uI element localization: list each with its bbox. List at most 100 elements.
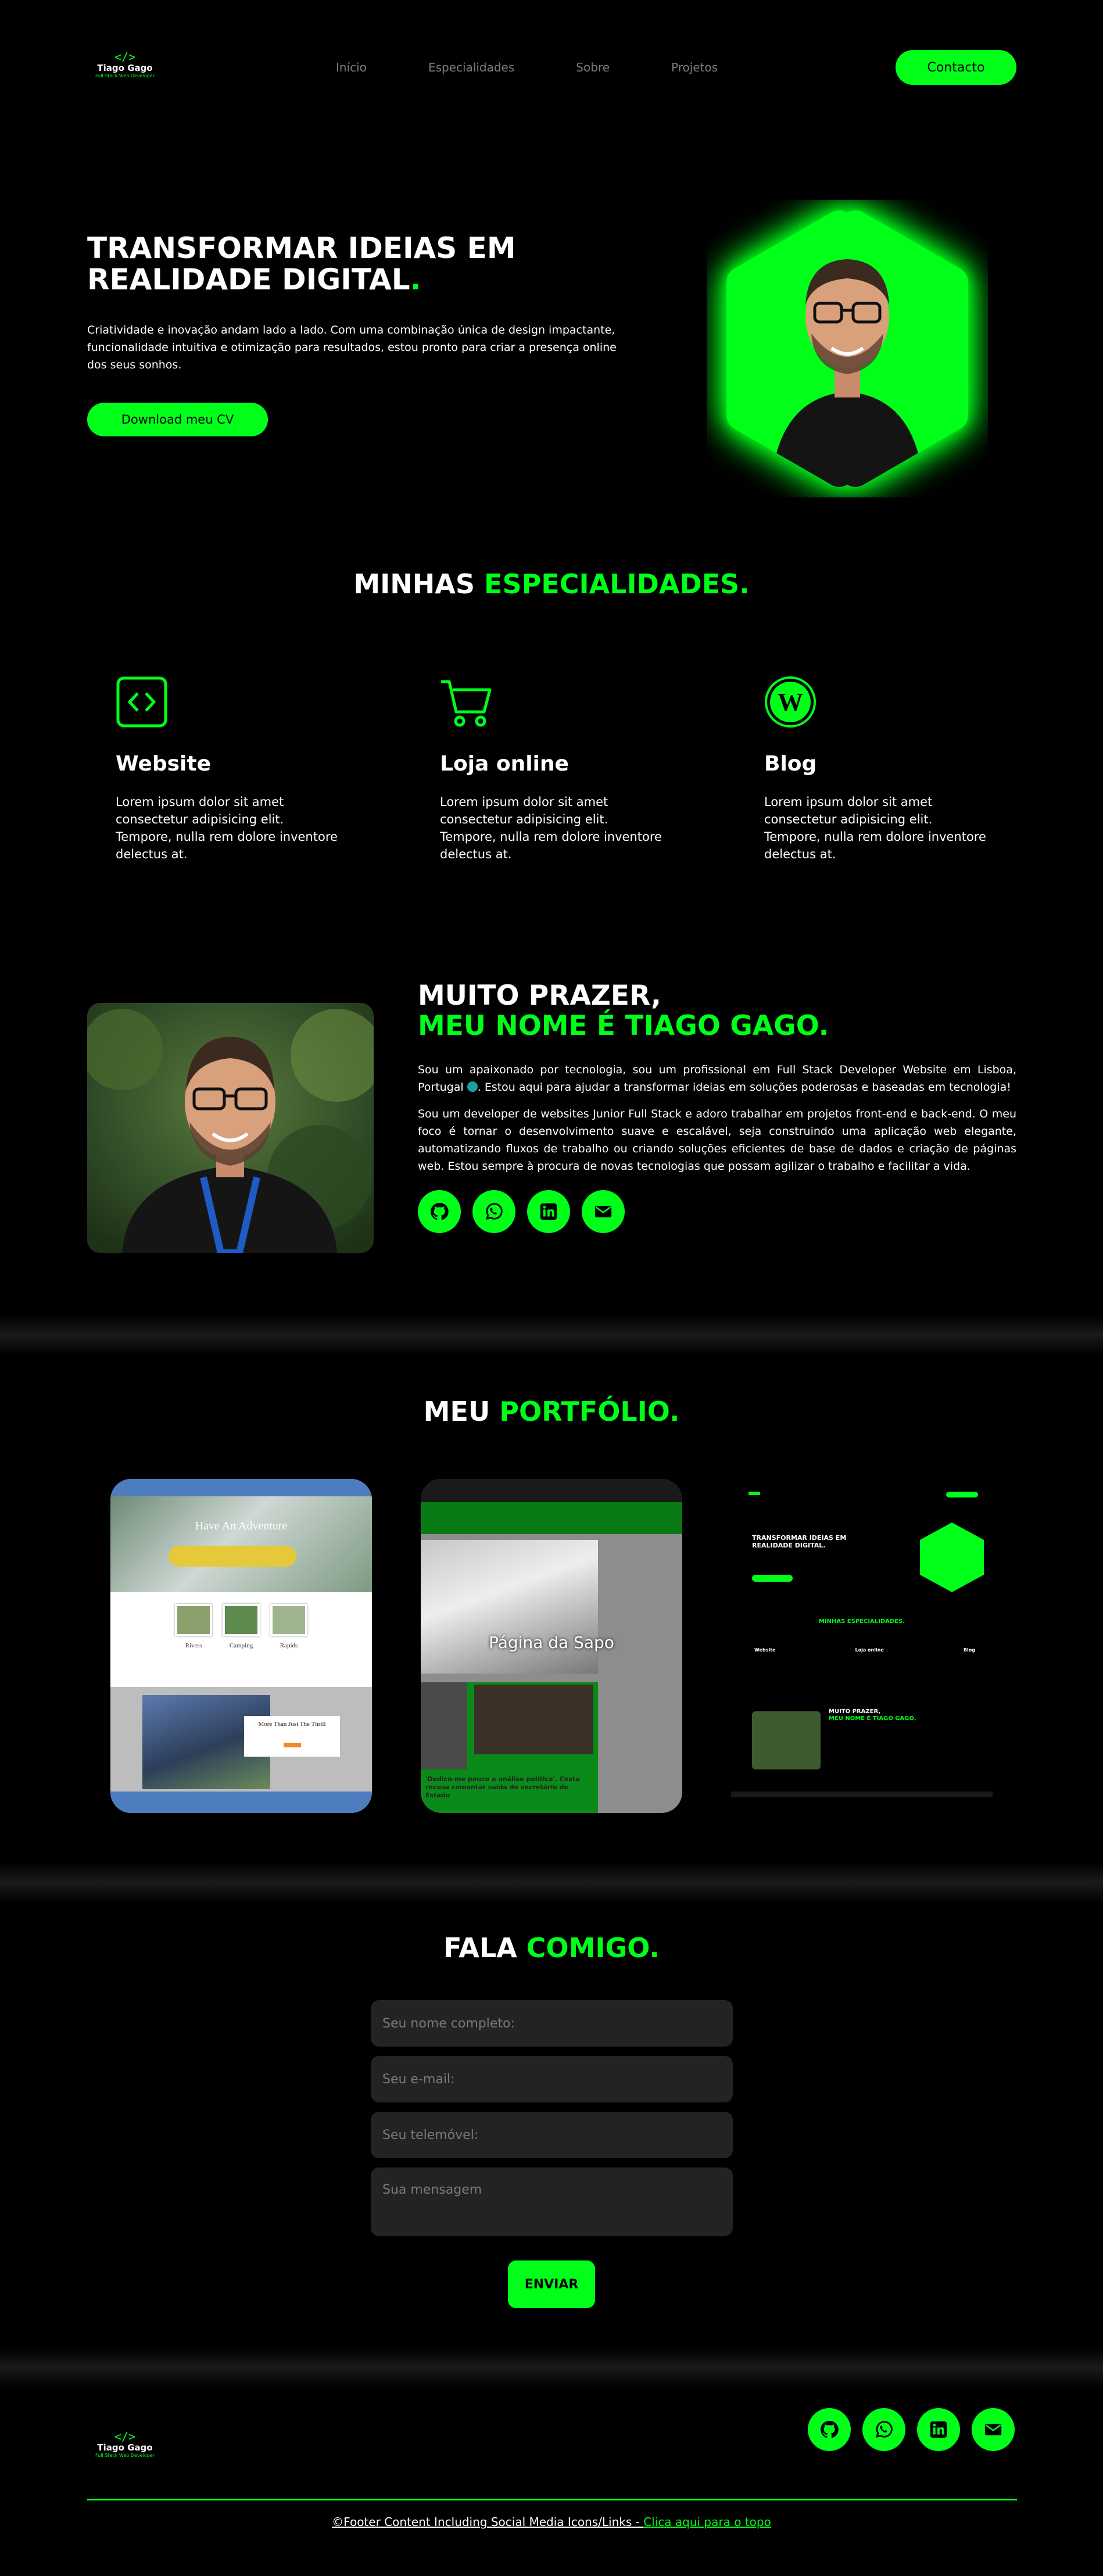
portfolio-1-card: Rapids (270, 1604, 307, 1649)
about-social-links (418, 1190, 1016, 1233)
portfolio-1-card-label: Rivers (185, 1642, 202, 1649)
portfolio-1-footer (110, 1792, 372, 1813)
specialty-website: Website Lorem ipsum dolor sit amet conse… (116, 676, 342, 863)
linkedin-icon (930, 2421, 947, 2438)
hero-title-line2: REALIDADE DIGITAL (87, 263, 410, 296)
portfolio-3-about-line1: MUITO PRAZER, (829, 1708, 881, 1715)
cart-icon (440, 676, 492, 728)
portfolio-1-hero: Have An Adventure (110, 1496, 372, 1592)
about-photo (87, 1003, 374, 1253)
portfolio-1-card-label: Rapids (280, 1642, 298, 1649)
footer-logo[interactable]: </> Tiago Gago Full Stack Web Developer (87, 2431, 163, 2459)
message-textarea[interactable]: Sua mensagem (371, 2167, 733, 2236)
portfolio-title-b: PORTFÓLIO. (499, 1396, 680, 1427)
github-link[interactable] (418, 1190, 461, 1233)
specialties-title-b: ESPECIALIDADES. (484, 568, 750, 600)
portfolio-3-item: Loja online (855, 1647, 884, 1653)
portfolio-3-title: TRANSFORMAR IDEIAS EM REALIDADE DIGITAL. (752, 1534, 847, 1549)
whatsapp-link[interactable] (472, 1190, 515, 1233)
send-button[interactable]: ENVIAR (508, 2260, 595, 2308)
portfolio-1-promo-card: More Than Just The Thrill (244, 1716, 340, 1757)
footer-text: ©Footer Content Including Social Media I… (0, 2515, 1103, 2529)
hero-title: TRANSFORMAR IDEIAS EM REALIDADE DIGITAL. (87, 232, 610, 295)
linkedin-link[interactable] (527, 1190, 570, 1233)
footer-whatsapp-link[interactable] (862, 2408, 905, 2451)
whatsapp-icon (485, 1203, 503, 1220)
phone-input[interactable]: Seu telemóvel: (371, 2112, 733, 2158)
specialty-title: Blog (764, 752, 817, 776)
nav-item-sobre[interactable]: Sobre (576, 60, 610, 74)
email-input[interactable]: Seu e-mail: (371, 2056, 733, 2102)
footer-email-link[interactable] (972, 2408, 1015, 2451)
portfolio-2-navbar (421, 1502, 682, 1534)
portfolio-3-item: Blog (963, 1647, 975, 1653)
specialty-text: Lorem ipsum dolor sit amet consectetur a… (116, 795, 338, 861)
about-title: MUITO PRAZER, MEU NOME É TIAGO GAGO. (418, 981, 829, 1041)
linkedin-icon (540, 1203, 557, 1220)
footer-logo-name: Tiago Gago (97, 2442, 153, 2453)
portfolio-1-card-label: Camping (229, 1642, 253, 1649)
portfolio-3-items: Website Loja online Blog (754, 1647, 975, 1653)
email-link[interactable] (582, 1190, 625, 1233)
portfolio-item-adventure[interactable]: Have An Adventure Rivers Camping Rapids … (110, 1479, 372, 1813)
hero-title-line1: TRANSFORMAR IDEIAS EM (87, 231, 516, 265)
portfolio-2-news-block: 'Dedico-me pouco a análise política'. Ce… (421, 1682, 598, 1813)
specialty-title: Website (116, 752, 212, 776)
portfolio-1-promo-section: More Than Just The Thrill (110, 1687, 372, 1792)
email-icon (595, 1206, 612, 1217)
raft-shape (169, 1546, 296, 1567)
name-input[interactable]: Seu nome completo: (371, 2000, 733, 2047)
portfolio-item-personal-site[interactable]: TRANSFORMAR IDEIAS EM REALIDADE DIGITAL.… (731, 1479, 993, 1813)
specialties-title-a: MINHAS (353, 568, 485, 600)
portfolio-1-promo-title: More Than Just The Thrill (258, 1721, 326, 1728)
portfolio-3-about: MUITO PRAZER, MEU NOME É TIAGO GAGO. (829, 1708, 916, 1722)
portfolio-2-title: Página da Sapo (489, 1633, 614, 1652)
section-divider (0, 2348, 1103, 2388)
portugal-globe-icon (467, 1081, 478, 1092)
nav-item-especialidades[interactable]: Especialidades (428, 60, 514, 74)
specialty-loja-online: Loja online Lorem ipsum dolor sit amet c… (440, 676, 667, 863)
about-paragraph-2: Sou um developer de websites Junior Full… (418, 1108, 1016, 1173)
portfolio-title: MEU PORTFÓLIO. (0, 1396, 1103, 1427)
logo[interactable]: </> Tiago Gago Full Stack Web Developer (87, 51, 163, 79)
contact-button[interactable]: Contacto (896, 50, 1016, 85)
about-text: Sou um apaixonado por tecnologia, sou um… (418, 1061, 1016, 1233)
github-icon (430, 1203, 449, 1220)
back-to-top-link[interactable]: Clica aqui para o topo (643, 2515, 771, 2529)
svg-text:W: W (778, 688, 803, 716)
contact-title-a: FALA (443, 1932, 527, 1964)
contact-title-b: COMIGO. (526, 1932, 660, 1964)
portfolio-2-image (421, 1540, 598, 1674)
portfolio-1-navbar (110, 1479, 372, 1496)
about-paragraph-1: Sou um apaixonado por tecnologia, sou um… (418, 1061, 1016, 1096)
email-icon (984, 2424, 1002, 2435)
wordpress-icon: W (764, 676, 816, 728)
contact-title: FALA COMIGO. (0, 1932, 1103, 1964)
portfolio-2-headline: 'Dedico-me pouco a análise política'. Ce… (425, 1775, 580, 1799)
hero-title-dot: . (410, 263, 421, 296)
code-icon (116, 676, 168, 728)
hero-text: Criatividade e inovação andam lado a lad… (87, 324, 617, 371)
about-paragraph-1-b: . Estou aqui para ajudar a transformar i… (477, 1081, 1011, 1094)
github-icon (820, 2421, 839, 2438)
footer-github-link[interactable] (808, 2408, 851, 2451)
download-cv-button[interactable]: Download meu CV (87, 403, 268, 436)
hero-portrait-hexagon (707, 200, 988, 497)
footer-logo-tagline: Full Stack Web Developer (95, 2453, 155, 2458)
portfolio-1-hero-title: Have An Adventure (195, 1520, 288, 1532)
footer-linkedin-link[interactable] (917, 2408, 960, 2451)
code-brackets-icon: </> (114, 2430, 136, 2444)
footer-divider (87, 2499, 1017, 2500)
portfolio-3-specialties: MINHAS ESPECIALIDADES. (818, 1618, 905, 1625)
nav-item-inicio[interactable]: Início (336, 60, 367, 74)
specialty-blog: W Blog Lorem ipsum dolor sit amet consec… (764, 676, 991, 863)
section-divider (0, 1314, 1103, 1355)
portfolio-1-card: Camping (223, 1604, 260, 1649)
portfolio-item-sapo[interactable]: Página da Sapo 'Dedico-me pouco a anális… (421, 1479, 682, 1813)
main-nav: Início Especialidades Sobre Projetos (336, 60, 779, 74)
portfolio-1-card: Rivers (175, 1604, 212, 1649)
specialty-text: Lorem ipsum dolor sit amet consectetur a… (764, 795, 986, 861)
portfolio-2-topbar (421, 1479, 682, 1502)
nav-item-projetos[interactable]: Projetos (671, 60, 718, 74)
footer-copyright: ©Footer Content Including Social Media I… (332, 2515, 644, 2529)
